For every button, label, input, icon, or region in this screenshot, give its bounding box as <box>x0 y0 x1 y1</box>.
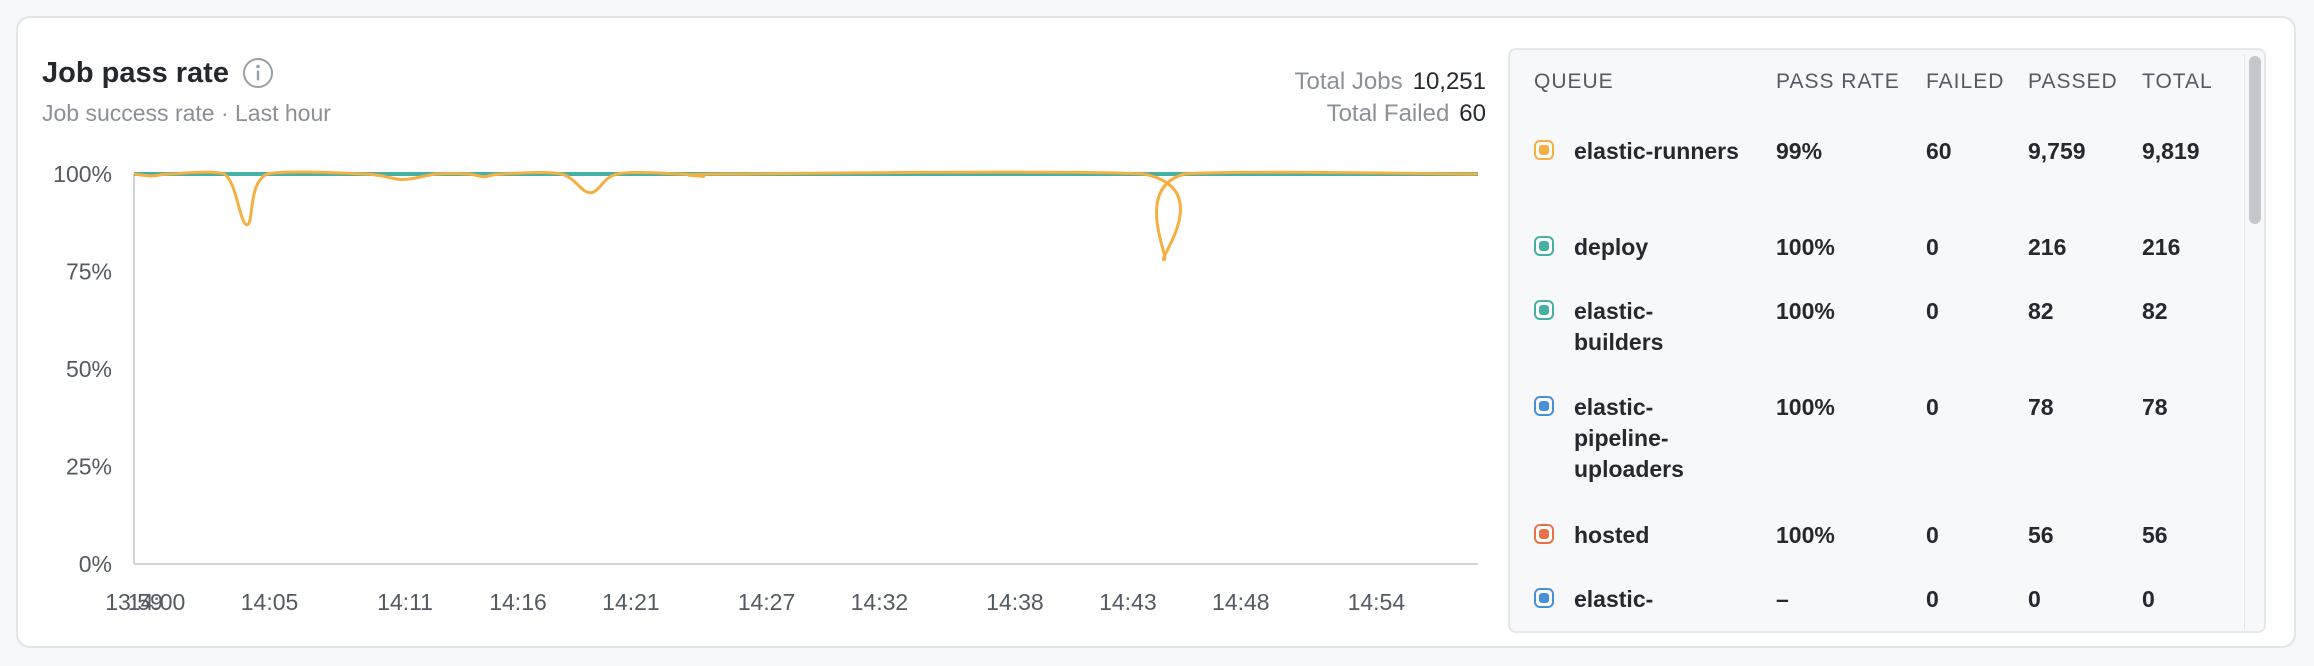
queue-name: deploy <box>1574 234 1649 260</box>
total-cell: 56 <box>2142 522 2168 548</box>
failed-cell: 0 <box>1926 522 1939 548</box>
x-tick-label: 14:21 <box>602 589 660 615</box>
table-header: QUEUE PASS RATE FAILED PASSED TOTAL <box>1510 50 2264 114</box>
queue-name: elastic- <box>1574 586 1654 612</box>
scrollbar-thumb[interactable] <box>2249 56 2261 224</box>
pass-rate-cell: 100% <box>1776 234 1835 260</box>
y-tick-label: 0% <box>79 551 112 577</box>
pass-rate-cell: 100% <box>1776 394 1835 420</box>
queue-color-swatch <box>1534 396 1554 416</box>
queue-name: elastic-builders <box>1574 298 1664 355</box>
failed-cell: 60 <box>1926 138 1952 164</box>
y-tick-label: 25% <box>66 454 112 480</box>
x-tick-label: 14:27 <box>738 589 796 615</box>
queue-color-swatch <box>1534 300 1554 320</box>
pass-rate-cell: 99% <box>1776 138 1823 164</box>
passed-cell: 216 <box>2028 234 2067 260</box>
queue-color-swatch <box>1534 236 1554 256</box>
x-tick-label: 14:32 <box>851 589 909 615</box>
passed-cell: 78 <box>2028 394 2054 420</box>
col-header-queue[interactable]: QUEUE <box>1534 70 1614 94</box>
total-cell: 216 <box>2142 234 2181 260</box>
total-cell: 78 <box>2142 394 2168 420</box>
x-tick-label: 14:05 <box>241 589 299 615</box>
total-cell: 9,819 <box>2142 138 2200 164</box>
col-header-pass-rate[interactable]: PASS RATE <box>1776 70 1900 94</box>
pass-rate-line-chart: 100%75%50%25%0%13:5914:00 14:05 14:11 14:16… <box>53 161 1479 615</box>
job-pass-rate-card: Job pass rate Job success rate · Last ho… <box>16 16 2296 648</box>
y-tick-label: 50% <box>66 356 112 382</box>
y-tick-label: 75% <box>66 259 112 285</box>
col-header-total[interactable]: TOTAL <box>2142 70 2213 94</box>
passed-cell: 0 <box>2028 586 2041 612</box>
x-tick-label: 14:00 <box>128 589 186 615</box>
queue-name: elastic-runners <box>1574 138 1739 164</box>
queue-color-swatch <box>1534 588 1554 608</box>
passed-cell: 56 <box>2028 522 2054 548</box>
queue-color-swatch <box>1534 524 1554 544</box>
passed-cell: 9,759 <box>2028 138 2086 164</box>
x-tick-label: 14:11 <box>377 589 433 615</box>
x-tick-label: 14:48 <box>1212 589 1270 615</box>
failed-cell: 0 <box>1926 234 1939 260</box>
queue-color-swatch <box>1534 140 1554 160</box>
failed-cell: 0 <box>1926 394 1939 420</box>
x-tick-label: 14:43 <box>1099 589 1157 615</box>
x-tick-label: 14:16 <box>489 589 547 615</box>
passed-cell: 82 <box>2028 298 2054 324</box>
pass-rate-cell: 100% <box>1776 522 1835 548</box>
x-tick-label: 14:38 <box>986 589 1044 615</box>
failed-cell: 0 <box>1926 298 1939 324</box>
queue-table: QUEUE PASS RATE FAILED PASSED TOTAL elas… <box>1508 48 2266 633</box>
series-line-elastic-runners <box>133 170 1479 262</box>
total-cell: 82 <box>2142 298 2168 324</box>
total-cell: 0 <box>2142 586 2155 612</box>
pass-rate-cell: – <box>1776 586 1789 612</box>
col-header-failed[interactable]: FAILED <box>1926 70 2004 94</box>
queue-name: elastic-pipeline-uploaders <box>1574 394 1684 482</box>
pass-rate-cell: 100% <box>1776 298 1835 324</box>
y-tick-label: 100% <box>53 161 112 187</box>
failed-cell: 0 <box>1926 586 1939 612</box>
x-tick-label: 14:54 <box>1348 589 1406 615</box>
queue-name: hosted <box>1574 522 1650 548</box>
col-header-passed[interactable]: PASSED <box>2028 70 2118 94</box>
